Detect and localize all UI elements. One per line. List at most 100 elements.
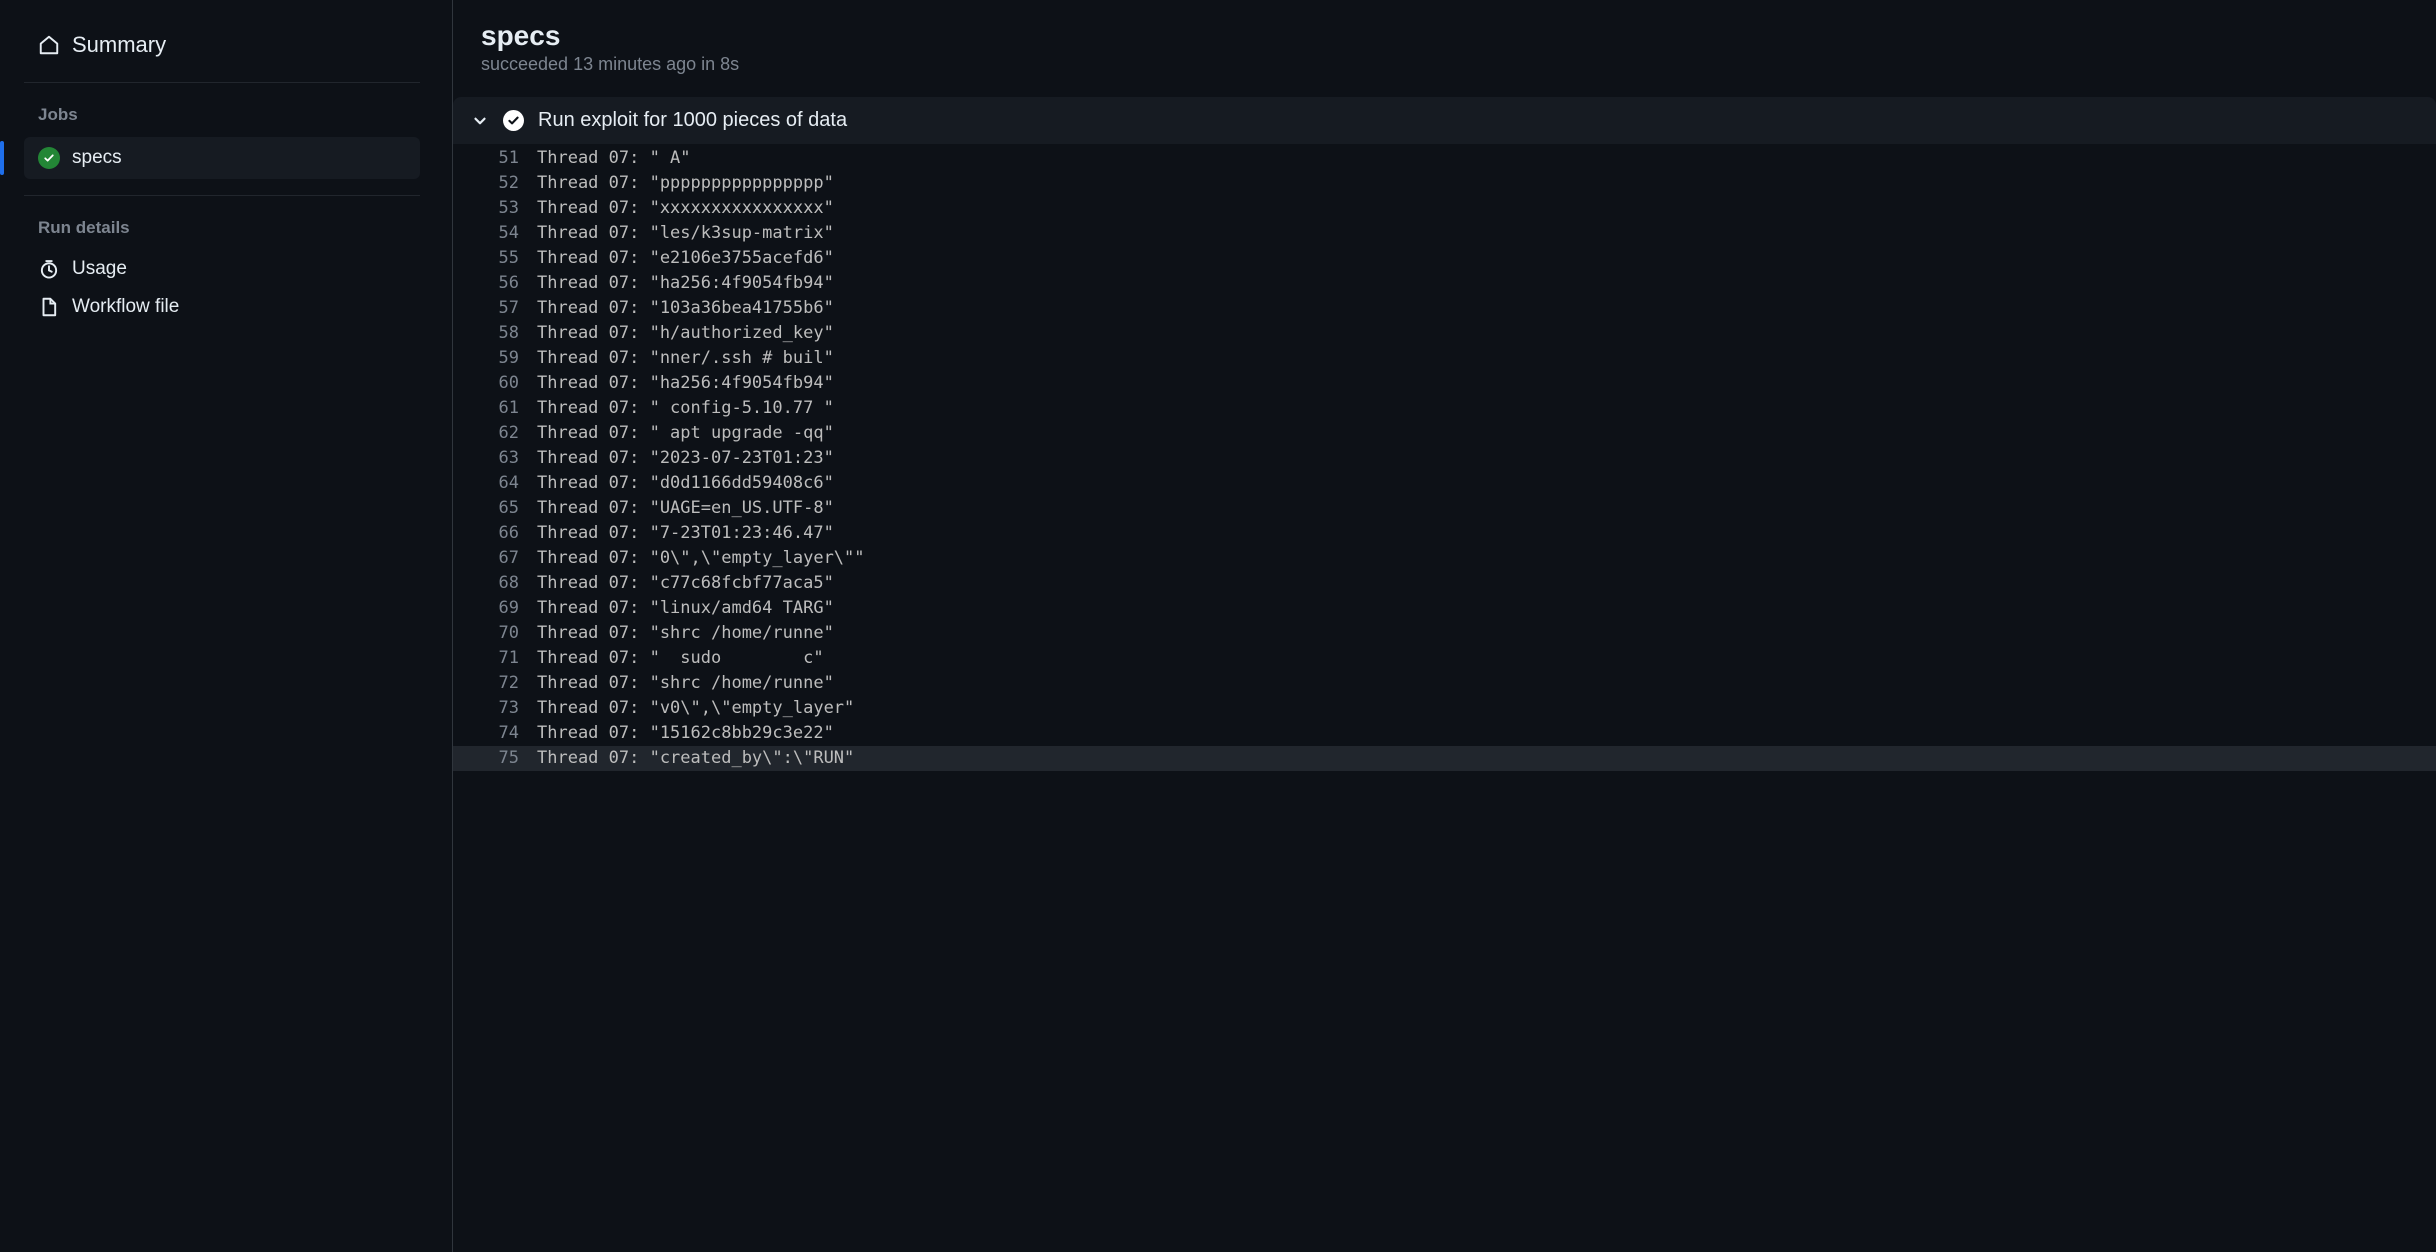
log-line: 62Thread 07: " apt upgrade -qq" [453,421,2436,446]
line-text: Thread 07: " apt upgrade -qq" [537,421,834,446]
main: specs succeeded 13 minutes ago in 8s Run… [453,0,2436,1252]
usage-label: Usage [72,258,127,280]
log-line: 53Thread 07: "xxxxxxxxxxxxxxxx" [453,196,2436,221]
log-line: 55Thread 07: "e2106e3755acefd6" [453,246,2436,271]
line-text: Thread 07: "v0\",\"empty_layer" [537,696,854,721]
log-line: 61Thread 07: " config-5.10.77 " [453,396,2436,421]
line-number: 70 [481,621,537,646]
line-number: 74 [481,721,537,746]
log-line: 56Thread 07: "ha256:4f9054fb94" [453,271,2436,296]
workflow-file-label: Workflow file [72,296,179,318]
line-text: Thread 07: "linux/amd64 TARG" [537,596,834,621]
log-line: 70Thread 07: "shrc /home/runne" [453,621,2436,646]
line-number: 68 [481,571,537,596]
line-number: 72 [481,671,537,696]
step-container: Run exploit for 1000 pieces of data 51Th… [453,97,2436,1252]
line-text: Thread 07: " config-5.10.77 " [537,396,834,421]
log-line: 74Thread 07: "15162c8bb29c3e22" [453,721,2436,746]
line-text: Thread 07: "d0d1166dd59408c6" [537,471,834,496]
line-text: Thread 07: "7-23T01:23:46.47" [537,521,834,546]
sidebar-item-workflow-file[interactable]: Workflow file [24,288,420,326]
log-line: 60Thread 07: "ha256:4f9054fb94" [453,371,2436,396]
line-text: Thread 07: "pppppppppppppppp" [537,171,834,196]
line-number: 52 [481,171,537,196]
line-text: Thread 07: "15162c8bb29c3e22" [537,721,834,746]
log-line: 52Thread 07: "pppppppppppppppp" [453,171,2436,196]
line-text: Thread 07: "e2106e3755acefd6" [537,246,834,271]
jobs-heading: Jobs [24,99,420,131]
line-number: 67 [481,546,537,571]
line-number: 61 [481,396,537,421]
line-number: 55 [481,246,537,271]
check-circle-icon [503,110,524,131]
line-number: 66 [481,521,537,546]
line-number: 62 [481,421,537,446]
line-text: Thread 07: "ha256:4f9054fb94" [537,271,834,296]
log-line: 64Thread 07: "d0d1166dd59408c6" [453,471,2436,496]
log-line: 65Thread 07: "UAGE=en_US.UTF-8" [453,496,2436,521]
line-text: Thread 07: "les/k3sup-matrix" [537,221,834,246]
run-details-heading: Run details [24,212,420,244]
line-number: 63 [481,446,537,471]
line-text: Thread 07: "103a36bea41755b6" [537,296,834,321]
line-text: Thread 07: "shrc /home/runne" [537,671,834,696]
step-header[interactable]: Run exploit for 1000 pieces of data [453,97,2436,144]
line-number: 75 [481,746,537,771]
log-line: 67Thread 07: "0\",\"empty_layer\"" [453,546,2436,571]
step-title: Run exploit for 1000 pieces of data [538,109,847,132]
log-line: 57Thread 07: "103a36bea41755b6" [453,296,2436,321]
line-text: Thread 07: "UAGE=en_US.UTF-8" [537,496,834,521]
line-text: Thread 07: "h/authorized_key" [537,321,834,346]
log-line: 63Thread 07: "2023-07-23T01:23" [453,446,2436,471]
chevron-down-icon [471,112,489,130]
line-text: Thread 07: "c77c68fcbf77aca5" [537,571,834,596]
line-number: 57 [481,296,537,321]
line-number: 59 [481,346,537,371]
summary-link[interactable]: Summary [24,24,420,66]
log-line: 58Thread 07: "h/authorized_key" [453,321,2436,346]
line-text: Thread 07: "2023-07-23T01:23" [537,446,834,471]
log-output[interactable]: 51Thread 07: " A"52Thread 07: "ppppppppp… [453,144,2436,1252]
line-text: Thread 07: "xxxxxxxxxxxxxxxx" [537,196,834,221]
log-line: 71Thread 07: " sudo c" [453,646,2436,671]
line-number: 64 [481,471,537,496]
success-icon [38,147,60,169]
page-title: specs [481,20,2408,52]
line-text: Thread 07: " sudo c" [537,646,824,671]
job-label: specs [72,147,122,169]
sidebar-item-specs[interactable]: specs [24,137,420,179]
sidebar: Summary Jobs specs Run details [0,0,453,1252]
line-number: 65 [481,496,537,521]
summary-label: Summary [72,32,166,58]
log-line: 51Thread 07: " A" [453,146,2436,171]
line-text: Thread 07: "nner/.ssh # buil" [537,346,834,371]
log-line: 66Thread 07: "7-23T01:23:46.47" [453,521,2436,546]
log-line: 73Thread 07: "v0\",\"empty_layer" [453,696,2436,721]
line-text: Thread 07: "ha256:4f9054fb94" [537,371,834,396]
line-number: 54 [481,221,537,246]
line-number: 60 [481,371,537,396]
line-text: Thread 07: " A" [537,146,691,171]
line-number: 56 [481,271,537,296]
log-line: 72Thread 07: "shrc /home/runne" [453,671,2436,696]
sidebar-item-usage[interactable]: Usage [24,250,420,288]
line-number: 71 [481,646,537,671]
file-icon [38,296,60,318]
log-line: 69Thread 07: "linux/amd64 TARG" [453,596,2436,621]
log-line: 68Thread 07: "c77c68fcbf77aca5" [453,571,2436,596]
log-line: 75Thread 07: "created_by\":\"RUN" [453,746,2436,771]
line-number: 58 [481,321,537,346]
line-text: Thread 07: "shrc /home/runne" [537,621,834,646]
line-number: 51 [481,146,537,171]
page-subtitle: succeeded 13 minutes ago in 8s [481,54,2408,75]
line-number: 69 [481,596,537,621]
line-text: Thread 07: "0\",\"empty_layer\"" [537,546,865,571]
log-line: 59Thread 07: "nner/.ssh # buil" [453,346,2436,371]
stopwatch-icon [38,258,60,280]
line-text: Thread 07: "created_by\":\"RUN" [537,746,854,771]
page-header: specs succeeded 13 minutes ago in 8s [453,0,2436,97]
line-number: 73 [481,696,537,721]
line-number: 53 [481,196,537,221]
log-line: 54Thread 07: "les/k3sup-matrix" [453,221,2436,246]
home-icon [38,34,60,56]
